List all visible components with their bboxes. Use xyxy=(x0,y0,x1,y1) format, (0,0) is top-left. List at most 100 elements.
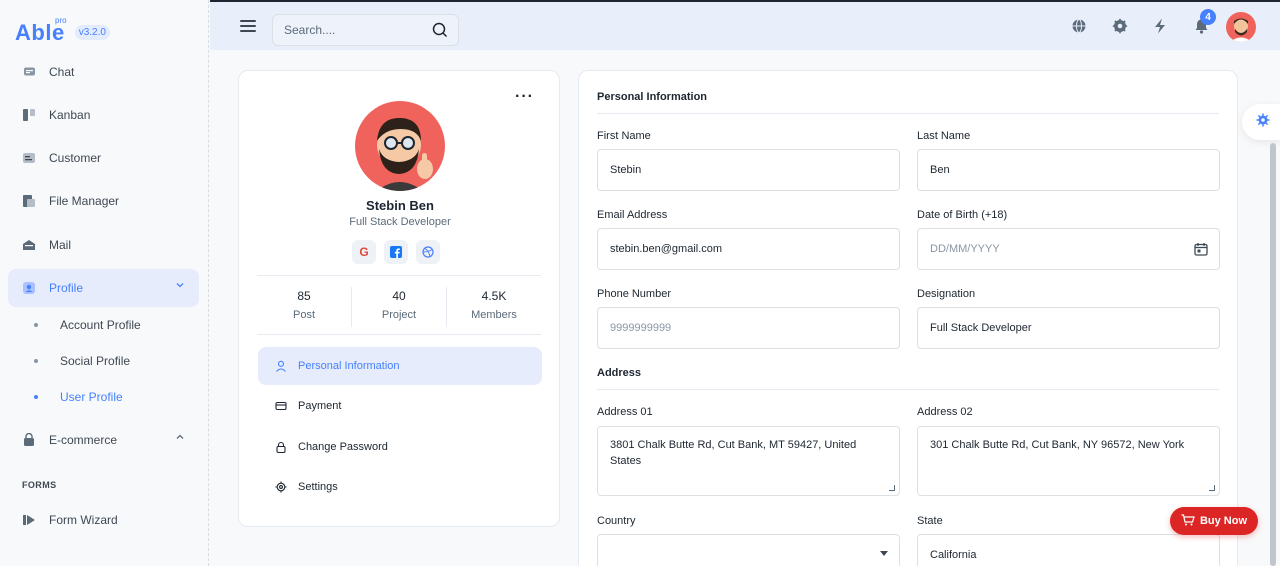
lightning-icon[interactable] xyxy=(1151,17,1169,35)
profile-role: Full Stack Developer xyxy=(349,216,451,228)
social-links: G xyxy=(352,240,440,264)
brand-logo[interactable]: Able pro v3.2.0 xyxy=(15,16,110,46)
settings-icon xyxy=(1256,113,1270,132)
profile-name: Stebin Ben xyxy=(366,198,434,213)
sidebar-item-label: Customer xyxy=(49,151,102,165)
state-label: State xyxy=(917,515,943,527)
menu-toggle-icon[interactable] xyxy=(240,20,256,32)
file-manager-icon xyxy=(22,194,36,208)
stat-value: 85 xyxy=(297,289,311,303)
stat-label: Post xyxy=(292,309,315,321)
sidebar: Able pro v3.2.0 Chat Kanban Customer Fil… xyxy=(0,0,209,566)
sidebar-item-kanban[interactable]: Kanban xyxy=(8,96,199,134)
stat-value: 4.5K xyxy=(481,289,507,303)
sidebar-item-chat[interactable]: Chat xyxy=(8,53,199,91)
google-icon[interactable]: G xyxy=(352,240,376,264)
customizer-toggle[interactable] xyxy=(1242,104,1280,140)
resize-handle-icon[interactable] xyxy=(889,485,895,491)
sidebar-item-label: Chat xyxy=(49,65,75,79)
search-input[interactable] xyxy=(284,23,424,37)
sidebar-subitem-user-profile[interactable]: User Profile xyxy=(60,390,123,404)
designation-field[interactable]: Full Stack Developer xyxy=(917,307,1220,349)
chevron-down-icon xyxy=(880,551,888,556)
buy-now-label: Buy Now xyxy=(1199,515,1248,527)
sidebar-item-label: E-commerce xyxy=(49,433,118,447)
more-options-icon[interactable]: ··· xyxy=(515,88,534,106)
sidebar-item-form-wizard[interactable]: Form Wizard xyxy=(8,501,199,539)
email-label: Email Address xyxy=(597,209,668,221)
menu-settings[interactable]: Settings xyxy=(258,468,542,506)
chevron-down-icon xyxy=(175,280,185,293)
chevron-up-icon xyxy=(175,432,185,445)
user-icon xyxy=(275,360,287,372)
shop-icon xyxy=(22,433,36,447)
country-select[interactable] xyxy=(597,534,900,566)
first-name-label: First Name xyxy=(597,130,651,142)
divider xyxy=(257,275,541,276)
buy-now-button[interactable]: Buy Now xyxy=(1170,507,1258,535)
globe-icon[interactable] xyxy=(1070,17,1088,35)
facebook-icon[interactable] xyxy=(384,240,408,264)
last-name-label: Last Name xyxy=(917,130,971,142)
first-name-field[interactable]: Stebin xyxy=(597,149,900,191)
bullet-icon xyxy=(34,359,38,363)
settings-icon xyxy=(275,481,287,493)
sidebar-item-customer[interactable]: Customer xyxy=(8,139,199,177)
section-title-address: Address xyxy=(597,367,642,379)
sidebar-subitem-account-profile[interactable]: Account Profile xyxy=(60,318,141,332)
address2-label: Address 02 xyxy=(917,406,973,418)
section-label-forms: FORMS xyxy=(22,480,57,490)
menu-payment[interactable]: Payment xyxy=(258,387,542,425)
country-label: Country xyxy=(597,515,636,527)
chat-icon xyxy=(22,65,36,79)
profile-card: ··· Stebin Ben Full Stack Developer G 85… xyxy=(238,70,560,527)
sidebar-item-label: File Manager xyxy=(49,194,120,208)
bullet-icon xyxy=(34,323,38,327)
menu-personal-information[interactable]: Personal Information xyxy=(258,347,542,385)
phone-label: Phone Number xyxy=(597,288,671,300)
profile-stats: 85 Post 40 Project 4.5K Members xyxy=(257,287,541,327)
brand-pro-label: pro xyxy=(55,16,67,25)
stat-projects: 40 Project xyxy=(352,287,447,327)
address1-field[interactable]: 3801 Chalk Butte Rd, Cut Bank, MT 59427,… xyxy=(597,426,900,496)
last-name-field[interactable]: Ben xyxy=(917,149,1220,191)
card-icon xyxy=(275,400,287,412)
app-root: Able pro v3.2.0 Chat Kanban Customer Fil… xyxy=(0,0,1280,566)
divider xyxy=(257,334,541,335)
bullet-icon xyxy=(34,395,38,399)
state-field[interactable]: California xyxy=(917,534,1220,566)
sidebar-item-mail[interactable]: Mail xyxy=(8,226,199,264)
version-badge: v3.2.0 xyxy=(74,25,110,40)
calendar-icon[interactable] xyxy=(1194,242,1208,259)
page-scrollbar[interactable] xyxy=(1270,143,1276,566)
sidebar-item-profile[interactable]: Profile xyxy=(8,269,199,307)
menu-change-password[interactable]: Change Password xyxy=(258,428,542,466)
address1-label: Address 01 xyxy=(597,406,653,418)
divider xyxy=(597,113,1219,114)
resize-handle-icon[interactable] xyxy=(1209,485,1215,491)
dribbble-icon[interactable] xyxy=(416,240,440,264)
stat-members: 4.5K Members xyxy=(447,287,541,327)
customer-icon xyxy=(22,151,36,165)
settings-icon[interactable] xyxy=(1111,17,1129,35)
phone-field[interactable]: 9999999999 xyxy=(597,307,900,349)
menu-label: Payment xyxy=(298,400,342,412)
dob-field[interactable]: DD/MM/YYYY xyxy=(917,228,1220,270)
menu-label: Settings xyxy=(298,481,338,493)
sidebar-item-file-manager[interactable]: File Manager xyxy=(8,182,199,220)
notification-badge: 4 xyxy=(1200,9,1216,25)
designation-label: Designation xyxy=(917,288,976,300)
sidebar-item-ecommerce[interactable]: E-commerce xyxy=(8,421,199,459)
search-icon[interactable] xyxy=(432,22,448,43)
sidebar-subitem-social-profile[interactable]: Social Profile xyxy=(60,354,130,368)
dob-label: Date of Birth (+18) xyxy=(917,209,1008,221)
stat-label: Members xyxy=(471,309,517,321)
profile-icon xyxy=(22,281,36,295)
email-field[interactable]: stebin.ben@gmail.com xyxy=(597,228,900,270)
user-avatar[interactable] xyxy=(1226,12,1256,42)
stat-value: 40 xyxy=(392,289,406,303)
sidebar-item-label: Form Wizard xyxy=(49,513,118,527)
address2-field[interactable]: 301 Chalk Butte Rd, Cut Bank, NY 96572, … xyxy=(917,426,1220,496)
mail-icon xyxy=(22,238,36,252)
lock-icon xyxy=(275,441,287,453)
